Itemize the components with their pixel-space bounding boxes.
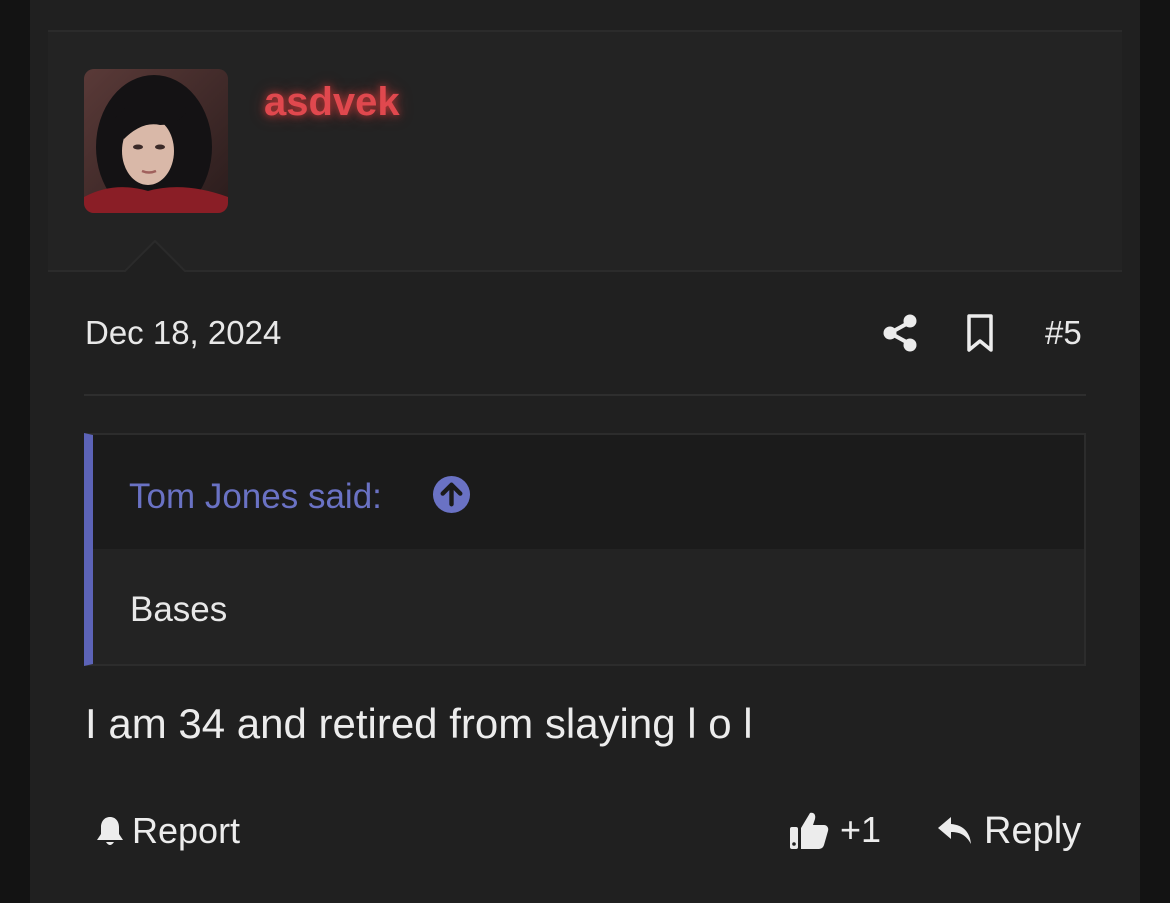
- reply-label: Reply: [984, 809, 1082, 852]
- arrow-up-circle-icon[interactable]: [432, 475, 471, 514]
- post-header-divider: [84, 394, 1086, 396]
- avatar[interactable]: [84, 69, 228, 213]
- share-icon[interactable]: [882, 314, 918, 352]
- post-date[interactable]: Dec 18, 2024: [85, 314, 281, 352]
- bell-icon: [97, 817, 123, 845]
- post-author-username[interactable]: asdvek: [264, 80, 400, 125]
- report-button[interactable]: Report: [94, 808, 240, 854]
- thumbs-up-icon: [790, 812, 829, 849]
- quote-body: Bases: [130, 590, 228, 629]
- bookmark-icon[interactable]: [965, 313, 995, 353]
- like-button[interactable]: +1: [788, 806, 881, 854]
- reply-button[interactable]: Reply: [936, 808, 1081, 854]
- like-count: +1: [840, 809, 882, 850]
- avatar-image: [84, 69, 228, 213]
- post-number-link[interactable]: #5: [1045, 314, 1082, 352]
- report-label: Report: [132, 810, 241, 851]
- quote-block: Tom Jones said: Bases: [84, 433, 1086, 666]
- reply-arrow-icon: [938, 817, 971, 844]
- post-message: I am 34 and retired from slaying l o l: [85, 700, 753, 747]
- quote-author-link[interactable]: Tom Jones said:: [129, 477, 382, 517]
- user-header-pointer: [123, 240, 187, 274]
- quote-header: Tom Jones said:: [93, 435, 1084, 549]
